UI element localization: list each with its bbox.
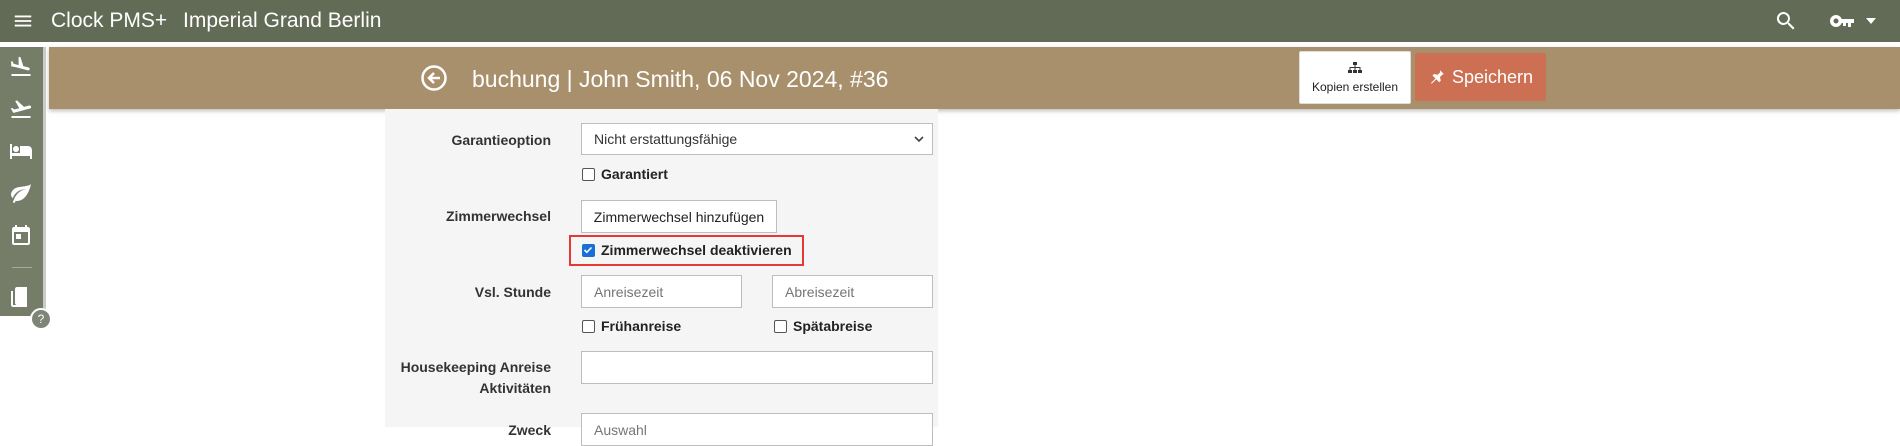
housekeeping-label-line1: Housekeeping Anreise — [400, 359, 551, 375]
arrival-time-input[interactable] — [581, 275, 742, 308]
side-rail — [0, 47, 46, 316]
disable-room-change-checkbox[interactable] — [582, 244, 595, 257]
departure-time-input[interactable] — [772, 275, 933, 308]
key-icon[interactable] — [1829, 10, 1855, 32]
app-brand[interactable]: Clock PMS+ — [51, 9, 167, 33]
housekeeping-activities-input[interactable] — [581, 351, 933, 384]
rail-divider — [12, 267, 32, 268]
guarantee-option-label: Garantieoption — [451, 132, 551, 148]
hotel-name[interactable]: Imperial Grand Berlin — [183, 9, 381, 33]
create-copies-button[interactable]: Kopien erstellen — [1299, 51, 1411, 104]
late-departure-checkbox[interactable] — [774, 320, 787, 333]
flight-land-icon[interactable] — [9, 55, 33, 79]
disable-room-change-label: Zimmerwechsel deaktivieren — [601, 242, 792, 258]
check-icon — [583, 246, 593, 254]
add-room-change-button[interactable]: Zimmerwechsel hinzufügen — [581, 200, 777, 233]
top-app-bar: Clock PMS+ Imperial Grand Berlin — [0, 0, 1900, 42]
early-arrival-label: Frühanreise — [601, 318, 682, 334]
bed-icon[interactable] — [9, 139, 33, 163]
purpose-input[interactable] — [581, 413, 933, 446]
leaf-icon[interactable] — [9, 181, 33, 205]
sitemap-icon — [1348, 61, 1362, 73]
flight-takeoff-icon[interactable] — [9, 97, 33, 121]
page-title: buchung | John Smith, 06 Nov 2024, #36 — [472, 66, 889, 92]
guarantee-option-select[interactable]: Nicht erstattungsfähige — [581, 123, 933, 155]
early-arrival-checkbox[interactable] — [582, 320, 595, 333]
calendar-icon[interactable] — [9, 223, 33, 247]
help-button[interactable]: ? — [30, 308, 52, 330]
housekeeping-label-line2: Aktivitäten — [479, 380, 551, 396]
menu-icon[interactable] — [12, 10, 34, 32]
chevron-down-icon — [914, 136, 924, 143]
save-button[interactable]: Speichern — [1415, 53, 1546, 101]
search-icon[interactable] — [1774, 9, 1798, 33]
late-departure-label: Spätabreise — [793, 318, 873, 334]
book-icon[interactable] — [9, 285, 33, 309]
create-copies-label: Kopien erstellen — [1311, 79, 1399, 94]
guaranteed-label: Garantiert — [601, 166, 668, 182]
guarantee-option-value: Nicht erstattungsfähige — [594, 131, 738, 147]
booking-header: buchung | John Smith, 06 Nov 2024, #36 K… — [49, 47, 1900, 109]
chevron-down-icon[interactable] — [1865, 16, 1877, 26]
purpose-label: Zweck — [508, 422, 551, 438]
save-label: Speichern — [1451, 66, 1534, 87]
room-change-label: Zimmerwechsel — [445, 208, 551, 224]
eta-label: Vsl. Stunde — [474, 284, 551, 300]
guaranteed-checkbox[interactable] — [582, 168, 595, 181]
pin-icon — [1430, 70, 1444, 84]
back-icon[interactable] — [420, 64, 448, 92]
